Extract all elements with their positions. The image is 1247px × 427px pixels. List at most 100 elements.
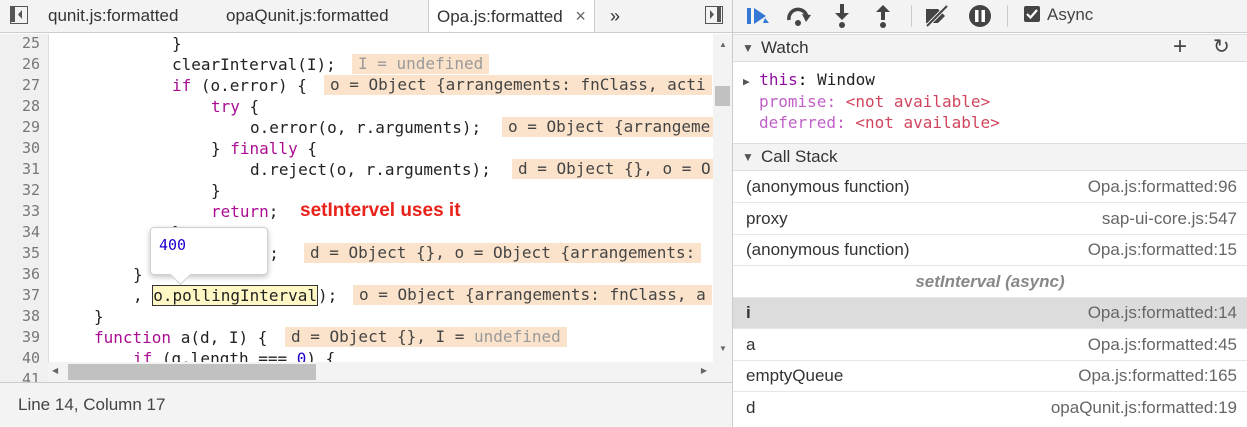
debugger-toolbar: Async: [733, 0, 1247, 33]
code-line: return;: [211, 202, 278, 221]
line-number: 32: [21, 181, 40, 199]
async-checkbox[interactable]: [1024, 6, 1040, 22]
horizontal-scrollbar[interactable]: ◀ ▶: [48, 362, 713, 382]
call-stack-title: Call Stack: [761, 147, 838, 166]
line-number: 34: [21, 223, 40, 241]
frame-function: proxy: [746, 209, 788, 228]
inline-value: o = Object {arrangements: fnClass, a: [353, 285, 712, 305]
code-text: ,: [133, 286, 153, 305]
async-separator-label: setInterval (async): [915, 272, 1065, 291]
call-frame[interactable]: (anonymous function) Opa.js:formatted:15: [733, 235, 1247, 266]
toggle-sidebar-icon[interactable]: [705, 6, 723, 24]
scroll-right-icon[interactable]: ▶: [701, 366, 707, 375]
vertical-scroll-thumb[interactable]: [715, 86, 730, 106]
async-separator: setInterval (async): [733, 267, 1247, 298]
code-text: a(d, I) {: [171, 328, 268, 347]
watch-section-header[interactable]: ▼ Watch + ↻: [733, 34, 1247, 62]
line-number: 38: [21, 307, 40, 325]
inline-value: I = undefined: [352, 54, 490, 74]
collapse-triangle-icon: ▼: [742, 41, 754, 55]
tab-label: Opa.js:formatted: [437, 7, 563, 26]
close-tab-icon[interactable]: ×: [575, 6, 586, 26]
code-text: ) {: [306, 349, 336, 362]
code-line: clearInterval(I);: [172, 55, 336, 74]
toggle-sidebar-icon-glyph: [710, 7, 721, 22]
code-line: , o.pollingInterval);: [133, 285, 337, 306]
frame-location[interactable]: opaQunit.js:formatted:19: [1051, 393, 1237, 423]
tab-label: qunit.js:formatted: [48, 6, 179, 25]
toolbar-divider: [1007, 5, 1008, 27]
value-tooltip: 400: [150, 227, 268, 286]
code-text: (g.length ===: [152, 349, 297, 362]
tooltip-arrow: [169, 263, 192, 286]
line-number: 28: [21, 97, 40, 115]
scroll-down-icon[interactable]: ▼: [719, 344, 727, 353]
deactivate-breakpoints-icon[interactable]: [923, 4, 951, 33]
watch-name: deferred: [759, 113, 837, 132]
line-number: 29: [21, 118, 40, 136]
line-number: 35: [21, 244, 40, 262]
frame-function: emptyQueue: [746, 366, 844, 385]
line-number: 30: [21, 139, 40, 157]
line-number-gutter: 25 26 27 28 29 30 31 32 33 34 35 36 37 3…: [0, 34, 49, 388]
frame-location[interactable]: Opa.js:formatted:45: [1088, 330, 1237, 360]
scroll-left-icon[interactable]: ◀: [52, 366, 58, 375]
tab-overflow-button[interactable]: »: [610, 0, 620, 32]
add-watch-icon[interactable]: +: [1173, 34, 1187, 60]
keyword: finally: [230, 139, 298, 158]
tab-qunit[interactable]: qunit.js:formatted: [48, 0, 178, 32]
watch-item-promise[interactable]: promise: <not available>: [759, 92, 990, 111]
watch-item-this[interactable]: ▶ this: Window: [743, 70, 875, 89]
toggle-navigator-icon-glyph: [11, 7, 22, 22]
frame-location[interactable]: Opa.js:formatted:15: [1088, 235, 1237, 265]
tab-opa[interactable]: Opa.js:formatted ×: [428, 0, 595, 32]
code-line: } finally {: [211, 139, 317, 158]
vertical-scrollbar[interactable]: ▲ ▼: [713, 34, 732, 382]
frame-location[interactable]: Opa.js:formatted:165: [1078, 361, 1237, 391]
step-into-icon[interactable]: [833, 4, 851, 33]
step-over-icon[interactable]: [785, 5, 813, 32]
expand-triangle-icon[interactable]: ▶: [743, 75, 750, 88]
scroll-up-icon[interactable]: ▲: [719, 40, 727, 49]
code-area[interactable]: } clearInterval(I); I = undefined if (o.…: [48, 34, 713, 362]
code-line: if (o.error) {: [172, 76, 307, 95]
status-bar: Line 14, Column 17: [0, 382, 732, 427]
frame-location[interactable]: Opa.js:formatted:14: [1088, 298, 1237, 328]
frame-location[interactable]: Opa.js:formatted:96: [1088, 172, 1237, 202]
resume-icon[interactable]: [745, 5, 771, 32]
toolbar-divider: [911, 5, 912, 27]
annotation-text: setIntervel uses it: [300, 200, 461, 221]
tab-label: opaQunit.js:formatted: [226, 6, 389, 25]
debugger-sidebar: Async ▼ Watch + ↻ ▶ this: Window promise…: [733, 0, 1247, 427]
hovered-expression[interactable]: o.pollingInterval: [152, 285, 319, 306]
line-number: 36: [21, 265, 40, 283]
watch-item-deferred[interactable]: deferred: <not available>: [759, 113, 1000, 132]
call-frame[interactable]: d opaQunit.js:formatted:19: [733, 393, 1247, 424]
line-number: 33: [21, 202, 40, 220]
watch-colon: :: [797, 70, 818, 89]
number-literal: 0: [296, 349, 307, 362]
call-stack-section-header[interactable]: ▼ Call Stack: [733, 143, 1247, 171]
line-number: 25: [21, 34, 40, 52]
tab-opaqunit[interactable]: opaQunit.js:formatted: [226, 0, 389, 32]
refresh-watch-icon[interactable]: ↻: [1213, 34, 1230, 60]
line-number: 40: [21, 349, 40, 367]
toggle-navigator-icon[interactable]: [10, 6, 28, 24]
frame-function: d: [746, 398, 756, 417]
step-out-icon[interactable]: [874, 4, 892, 33]
inline-value: d = Object {}, o = O: [512, 159, 713, 179]
watch-colon: :: [826, 92, 846, 111]
inline-value: d = Object {}, o = Object {arrangements:: [304, 243, 702, 263]
call-frame[interactable]: (anonymous function) Opa.js:formatted:96: [733, 172, 1247, 203]
call-frame[interactable]: emptyQueue Opa.js:formatted:165: [733, 361, 1247, 392]
watch-value: <not available>: [845, 92, 991, 111]
call-frame-selected[interactable]: i Opa.js:formatted:14: [733, 298, 1247, 329]
frame-location[interactable]: sap-ui-core.js:547: [1102, 204, 1237, 234]
line-number: 27: [21, 76, 40, 94]
call-frame[interactable]: proxy sap-ui-core.js:547: [733, 204, 1247, 235]
watch-name: this: [759, 70, 798, 89]
call-frame[interactable]: a Opa.js:formatted:45: [733, 330, 1247, 361]
inline-value: d = Object {}, I = undefined: [285, 327, 567, 347]
horizontal-scroll-thumb[interactable]: [68, 364, 316, 380]
pause-on-exceptions-icon[interactable]: [968, 4, 992, 33]
